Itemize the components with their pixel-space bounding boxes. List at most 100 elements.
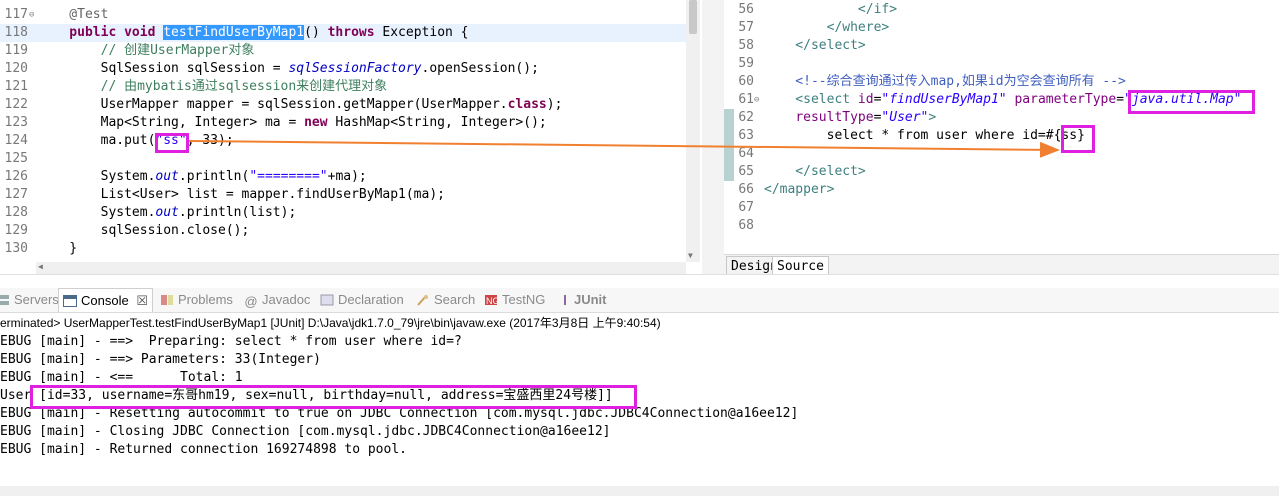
tab-javadoc[interactable]: @ Javadoc	[244, 288, 310, 312]
code-line[interactable]: 117 ⊖ @Test	[0, 6, 688, 24]
code-token: <!--综合查询通过传入map,如果id为空会查询所有 -->	[764, 74, 1126, 89]
code-text: // 创建UserMapper对象	[38, 42, 255, 60]
code-line[interactable]: 130 }	[0, 240, 688, 258]
code-line[interactable]: 128 System.out.println(list);	[0, 204, 688, 222]
code-token: +ma);	[327, 169, 367, 184]
tab-console[interactable]: Console ☒	[58, 288, 153, 312]
line-number: 119	[4, 43, 28, 58]
code-line[interactable]: 126 System.out.println("========"+ma);	[0, 168, 688, 186]
code-token: .openSession();	[421, 61, 539, 76]
code-text: ma.put("ss", 33);	[38, 132, 234, 150]
code-line[interactable]: 67	[724, 199, 1279, 217]
console-bottom-bar	[0, 486, 1279, 496]
code-token: HashMap<String, Integer>();	[327, 115, 547, 130]
javadoc-icon: @	[244, 294, 258, 309]
fold-toggle-icon[interactable]: ⊖	[754, 91, 759, 109]
bottom-views-tab-bar: Servers Console ☒ Problems @ Javadoc Decl…	[0, 288, 1279, 313]
code-line[interactable]: 65 </select>	[724, 163, 1279, 181]
code-token: </if>	[764, 2, 898, 17]
code-line[interactable]: 121 // 由mybatis通过sqlsession来创建代理对象	[0, 78, 688, 96]
editor-split-divider[interactable]	[702, 0, 724, 280]
junit-icon	[560, 290, 570, 305]
code-line[interactable]: 56 </if>	[724, 1, 1279, 19]
code-line[interactable]: 123 Map<String, Integer> ma = new HashMa…	[0, 114, 688, 132]
code-token: parameterType	[1014, 92, 1117, 107]
code-text: Map<String, Integer> ma = new HashMap<St…	[38, 114, 547, 132]
code-line[interactable]: 60 <!--综合查询通过传入map,如果id为空会查询所有 -->	[724, 73, 1279, 91]
scroll-down-arrow-icon[interactable]: ▼	[688, 251, 693, 260]
code-line[interactable]: 127 List<User> list = mapper.findUserByM…	[0, 186, 688, 204]
code-line[interactable]: 66 </mapper>	[724, 181, 1279, 199]
tab-testng[interactable]: NG TestNG	[484, 288, 545, 312]
svg-text:NG: NG	[486, 296, 498, 306]
tab-problems[interactable]: Problems	[160, 288, 233, 312]
code-token: =	[1116, 92, 1125, 107]
scrollbar-thumb[interactable]	[689, 0, 697, 34]
tab-junit[interactable]: JUnit	[560, 288, 607, 312]
java-editor[interactable]: 117 ⊖ @Test 118 public void testFindUserBy…	[0, 0, 702, 262]
line-number: 129	[4, 223, 28, 238]
code-line[interactable]: 68	[724, 217, 1279, 235]
code-text: select * from user where id=#{ss}	[764, 127, 1085, 145]
code-line[interactable]: 58 </select>	[724, 37, 1279, 55]
console-line: EBUG [main] - Returned connection 169274…	[0, 442, 407, 457]
line-number: 64	[738, 146, 754, 161]
testng-icon: NG	[484, 290, 500, 306]
code-line[interactable]: 118 public void testFindUserByMap1() thr…	[0, 24, 688, 42]
code-token: resultType	[795, 110, 874, 125]
code-token: // 创建UserMapper对象	[38, 43, 255, 58]
code-line[interactable]: 129 sqlSession.close();	[0, 222, 688, 240]
code-line[interactable]: 120 SqlSession sqlSession = sqlSessionFa…	[0, 60, 688, 78]
tab-servers[interactable]: Servers	[0, 288, 59, 312]
problems-icon	[160, 290, 174, 305]
code-line[interactable]: 124 ma.put("ss", 33);	[0, 132, 688, 150]
code-line[interactable]: 125	[0, 150, 688, 168]
java-editor-vertical-scrollbar[interactable]: ▼	[686, 0, 700, 262]
code-text: System.out.println(list);	[38, 204, 297, 222]
tab-search[interactable]: Search	[416, 288, 475, 312]
code-token: testFindUserByMap1	[163, 25, 305, 40]
line-number: 60	[738, 74, 754, 89]
code-text: }	[38, 240, 77, 258]
line-number: 128	[4, 205, 28, 220]
code-text: </mapper>	[764, 181, 834, 199]
fold-toggle-icon[interactable]: ⊖	[29, 11, 37, 20]
java-editor-horizontal-scrollbar[interactable]: ◀	[36, 262, 686, 274]
code-line[interactable]: 64	[724, 145, 1279, 163]
scroll-left-arrow-icon[interactable]: ◀	[38, 262, 43, 271]
code-line[interactable]: 59	[724, 55, 1279, 73]
code-token: System.	[38, 205, 156, 220]
line-number: 118	[4, 25, 28, 40]
code-token: List<User> list = mapper.findUserByMap1(…	[38, 187, 445, 202]
code-text: </where>	[764, 19, 890, 37]
line-number: 66	[738, 182, 754, 197]
panel-separator[interactable]	[0, 274, 1279, 287]
code-token: select * from user where id=#{ss}	[764, 128, 1085, 143]
line-number: 122	[4, 97, 28, 112]
code-text: public void testFindUserByMap1() throws …	[38, 24, 469, 42]
code-line[interactable]: 57 </where>	[724, 19, 1279, 37]
code-token: "findUserByMap1"	[881, 92, 1007, 107]
highlight-box-parameter-type	[1128, 90, 1255, 114]
line-number: 120	[4, 61, 28, 76]
code-text: @Test	[38, 6, 108, 24]
line-number: 61	[738, 92, 754, 107]
console-line: EBUG [main] - ==> Preparing: select * fr…	[0, 334, 470, 349]
line-number: 59	[738, 56, 754, 71]
line-number: 130	[4, 241, 28, 256]
xml-mapper-editor[interactable]: 56 </if> 57 </where> 58 </select> 59 60 <!--…	[724, 0, 1279, 254]
code-line[interactable]: 63 select * from user where id=#{ss}	[724, 127, 1279, 145]
code-token: }	[38, 241, 78, 256]
tab-declaration[interactable]: Declaration	[320, 288, 404, 312]
code-token: "User"	[881, 110, 929, 125]
close-icon[interactable]: ☒	[136, 293, 148, 308]
code-token: ()	[304, 25, 328, 40]
code-line[interactable]: 122 UserMapper mapper = sqlSession.getMa…	[0, 96, 688, 114]
code-token: Exception {	[374, 25, 469, 40]
code-line[interactable]: 119 // 创建UserMapper对象	[0, 42, 688, 60]
code-text: SqlSession sqlSession = sqlSessionFactor…	[38, 60, 539, 78]
code-token: System.	[38, 169, 156, 184]
code-token: </select>	[764, 164, 866, 179]
line-number: 57	[738, 20, 754, 35]
